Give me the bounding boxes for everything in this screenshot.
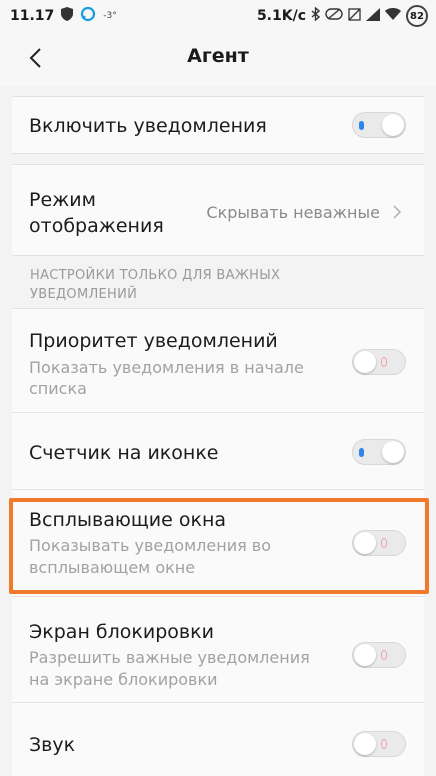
sound-row[interactable]: Звук bbox=[12, 703, 424, 776]
sound-toggle[interactable] bbox=[352, 731, 406, 757]
display-mode-label-line1: Режим bbox=[29, 189, 96, 211]
popup-sub-line1: Показывать уведомления во bbox=[29, 536, 272, 555]
shield-icon bbox=[61, 7, 74, 25]
display-mode-row[interactable]: Режим отображения Скрывать неважные bbox=[12, 165, 424, 257]
section-header-line1: НАСТРОЙКИ ТОЛЬКО ДЛЯ ВАЖНЫХ bbox=[30, 268, 281, 283]
battery-icon: 82 bbox=[406, 5, 428, 27]
priority-sub-line1: Показать уведомления в начале bbox=[29, 358, 304, 377]
toggle-knob bbox=[382, 441, 404, 463]
toggle-knob bbox=[354, 532, 376, 554]
toggle-off-indicator bbox=[381, 538, 387, 548]
toggle-knob bbox=[354, 351, 376, 373]
sound-label: Звук bbox=[29, 734, 76, 756]
display-mode-value: Скрывать неважные bbox=[206, 203, 380, 222]
section-header: НАСТРОЙКИ ТОЛЬКО ДЛЯ ВАЖНЫХ УВЕДОМЛЕНИЙ bbox=[30, 266, 280, 304]
toggle-on-indicator bbox=[359, 121, 364, 130]
enable-notifications-row[interactable]: Включить уведомления bbox=[12, 97, 424, 155]
toggle-off-indicator bbox=[381, 650, 387, 660]
badge-label: Счетчик на иконке bbox=[29, 442, 219, 464]
lockscreen-sub-line2: на экране блокировки bbox=[29, 670, 218, 689]
status-time: 11.17 bbox=[10, 8, 55, 24]
network-speed: 5.1K/c bbox=[256, 8, 306, 24]
toggle-on-indicator bbox=[359, 448, 364, 457]
toggle-knob bbox=[382, 114, 404, 136]
no-sim-icon bbox=[348, 7, 361, 25]
lockscreen-sub-line1: Разрешить важные уведомления bbox=[29, 648, 310, 667]
lockscreen-row[interactable]: Экран блокировки Разрешить важные уведом… bbox=[12, 597, 424, 702]
chevron-right-icon bbox=[392, 204, 402, 220]
important-settings-card: Приоритет уведомлений Показать уведомлен… bbox=[12, 308, 424, 776]
popup-row[interactable]: Всплывающие окна Показывать уведомления … bbox=[12, 490, 424, 596]
display-mode-label-line2: отображения bbox=[29, 215, 164, 237]
enable-notifications-card: Включить уведомления bbox=[12, 96, 424, 154]
lockscreen-label: Экран блокировки bbox=[29, 621, 214, 643]
priority-label: Приоритет уведомлений bbox=[29, 330, 278, 352]
priority-toggle[interactable] bbox=[352, 349, 406, 375]
priority-sub-line2: списка bbox=[29, 379, 87, 398]
badge-toggle[interactable] bbox=[352, 439, 406, 465]
page-title: Агент bbox=[187, 45, 249, 67]
status-bar: 11.17 -3° 5.1K/c 82 bbox=[0, 0, 436, 30]
status-extra: -3° bbox=[103, 11, 117, 21]
popup-toggle[interactable] bbox=[352, 530, 406, 556]
toggle-knob bbox=[354, 644, 376, 666]
toggle-off-indicator bbox=[381, 739, 387, 749]
section-header-line2: УВЕДОМЛЕНИЙ bbox=[30, 287, 138, 302]
badge-row[interactable]: Счетчик на иконке bbox=[12, 413, 424, 489]
app-bar: Агент bbox=[0, 30, 436, 86]
priority-row[interactable]: Приоритет уведомлений Показать уведомлен… bbox=[12, 309, 424, 412]
lockscreen-toggle[interactable] bbox=[352, 642, 406, 668]
toggle-off-indicator bbox=[381, 357, 387, 367]
chat-icon bbox=[80, 6, 96, 26]
mute-icon bbox=[325, 8, 343, 24]
bluetooth-icon bbox=[311, 6, 321, 25]
popup-sub-line2: всплывающем окне bbox=[29, 558, 196, 577]
wifi-icon bbox=[385, 8, 401, 24]
display-mode-card: Режим отображения Скрывать неважные bbox=[12, 164, 424, 256]
enable-notifications-label: Включить уведомления bbox=[29, 115, 267, 137]
signal-icon bbox=[366, 7, 380, 25]
popup-label: Всплывающие окна bbox=[29, 509, 227, 531]
toggle-knob bbox=[354, 733, 376, 755]
enable-notifications-toggle[interactable] bbox=[352, 112, 406, 138]
